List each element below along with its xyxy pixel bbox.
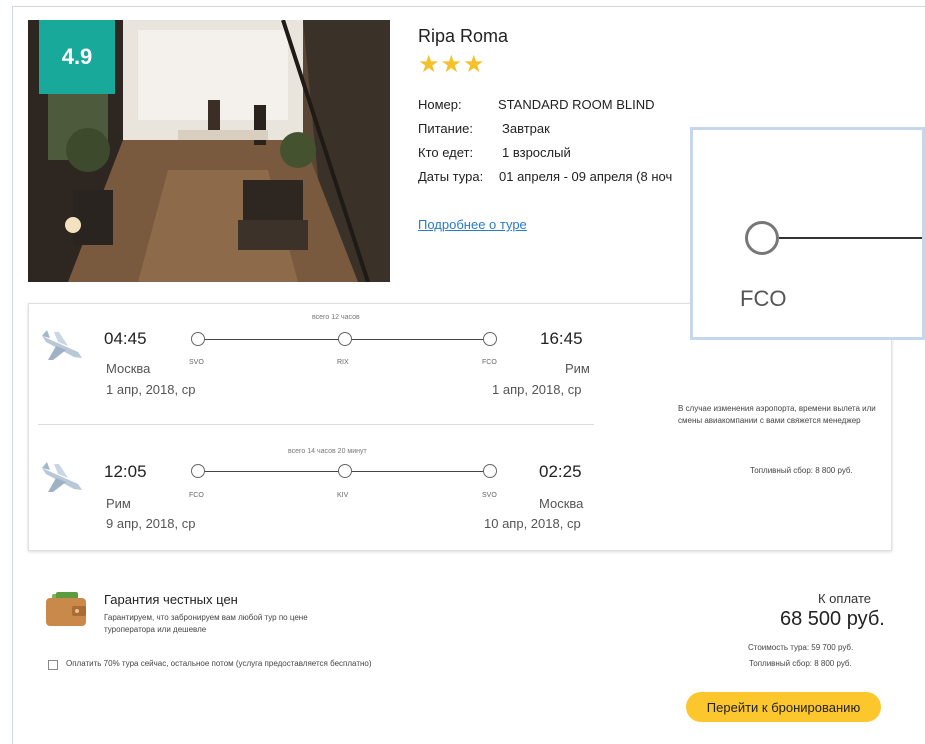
meal-label: Питание:: [418, 121, 473, 136]
return-airport-svo: SVO: [482, 492, 497, 499]
outbound-depart-date: 1 апр, 2018, ср: [106, 382, 196, 397]
return-depart-city: Рим: [106, 496, 131, 511]
partial-payment-label[interactable]: Оплатить 70% тура сейчас, остальное пото…: [66, 659, 372, 668]
room-value: STANDARD ROOM BLIND: [498, 97, 655, 112]
partial-payment-checkbox[interactable]: [48, 660, 58, 670]
payment-label: К оплате: [818, 591, 872, 606]
guarantee-title: Гарантия честных цен: [104, 592, 238, 607]
outbound-depart-time: 04:45: [104, 329, 147, 348]
return-duration: всего 14 часов 20 минут: [288, 448, 367, 455]
tour-details-link[interactable]: Подробнее о туре: [418, 217, 527, 232]
zoom-airport-label: FCO: [740, 286, 787, 311]
outbound-duration: всего 12 часов: [312, 314, 360, 321]
dates-row: Даты тура: 01 апреля - 09 апреля (8 ноч: [418, 169, 672, 184]
dates-value: 01 апреля - 09 апреля (8 ноч: [499, 169, 673, 184]
return-arrive-date: 10 апр, 2018, ср: [484, 516, 581, 531]
flight-fuel-fee: Топливный сбор: 8 800 руб.: [750, 466, 853, 475]
return-airport-fco: FCO: [189, 492, 204, 499]
flight-change-notice: В случае изменения аэропорта, времени вы…: [678, 404, 876, 425]
outbound-depart-city: Москва: [106, 361, 151, 376]
return-arrive-city: Москва: [539, 496, 584, 511]
outbound-airport-svo: SVO: [189, 359, 204, 366]
travelers-label: Кто едет:: [418, 145, 474, 160]
plane-icon: [42, 330, 82, 360]
hotel-name: Ripa Roma: [418, 26, 509, 46]
guarantee-text: Гарантируем, что забронируем вам любой т…: [104, 613, 308, 634]
zoom-node: [745, 221, 779, 255]
travelers-row: Кто едет: 1 взрослый: [418, 145, 571, 160]
return-node-svo: [483, 464, 497, 478]
star-rating: ★★★: [418, 51, 486, 78]
room-label: Номер:: [418, 97, 462, 112]
room-row: Номер: STANDARD ROOM BLIND: [418, 97, 655, 112]
outbound-arrive-date: 1 апр, 2018, ср: [492, 382, 582, 397]
outbound-airport-rix: RIX: [337, 359, 349, 366]
return-airport-kiv: KIV: [337, 492, 349, 499]
travelers-value: 1 взрослый: [502, 145, 571, 160]
return-depart-date: 9 апр, 2018, ср: [106, 516, 196, 531]
payment-total: 68 500 руб.: [780, 608, 885, 630]
wallet-icon: [46, 592, 86, 626]
flights-divider: [38, 424, 594, 425]
rating-badge: 4.9: [39, 20, 115, 94]
meal-value: Завтрак: [502, 121, 550, 136]
fuel-fee: Топливный сбор: 8 800 руб.: [749, 659, 852, 668]
plane-icon: [42, 462, 82, 492]
return-node-kiv: [338, 464, 352, 478]
outbound-node-fco: [483, 332, 497, 346]
book-button[interactable]: Перейти к бронированию: [686, 692, 881, 722]
outbound-node-svo: [191, 332, 205, 346]
outbound-arrive-city: Рим: [565, 361, 590, 376]
zoom-route-line: [779, 237, 922, 239]
outbound-node-rix: [338, 332, 352, 346]
return-arrive-time: 02:25: [539, 462, 582, 481]
flights-card: [28, 303, 892, 551]
return-depart-time: 12:05: [104, 462, 147, 481]
dates-label: Даты тура:: [418, 169, 484, 184]
zoom-magnifier: FCO: [690, 127, 925, 340]
tour-cost: Стоимость тура: 59 700 руб.: [748, 643, 854, 652]
outbound-arrive-time: 16:45: [540, 329, 583, 348]
meal-row: Питание: Завтрак: [418, 121, 550, 136]
return-node-fco: [191, 464, 205, 478]
outbound-airport-fco: FCO: [482, 359, 497, 366]
